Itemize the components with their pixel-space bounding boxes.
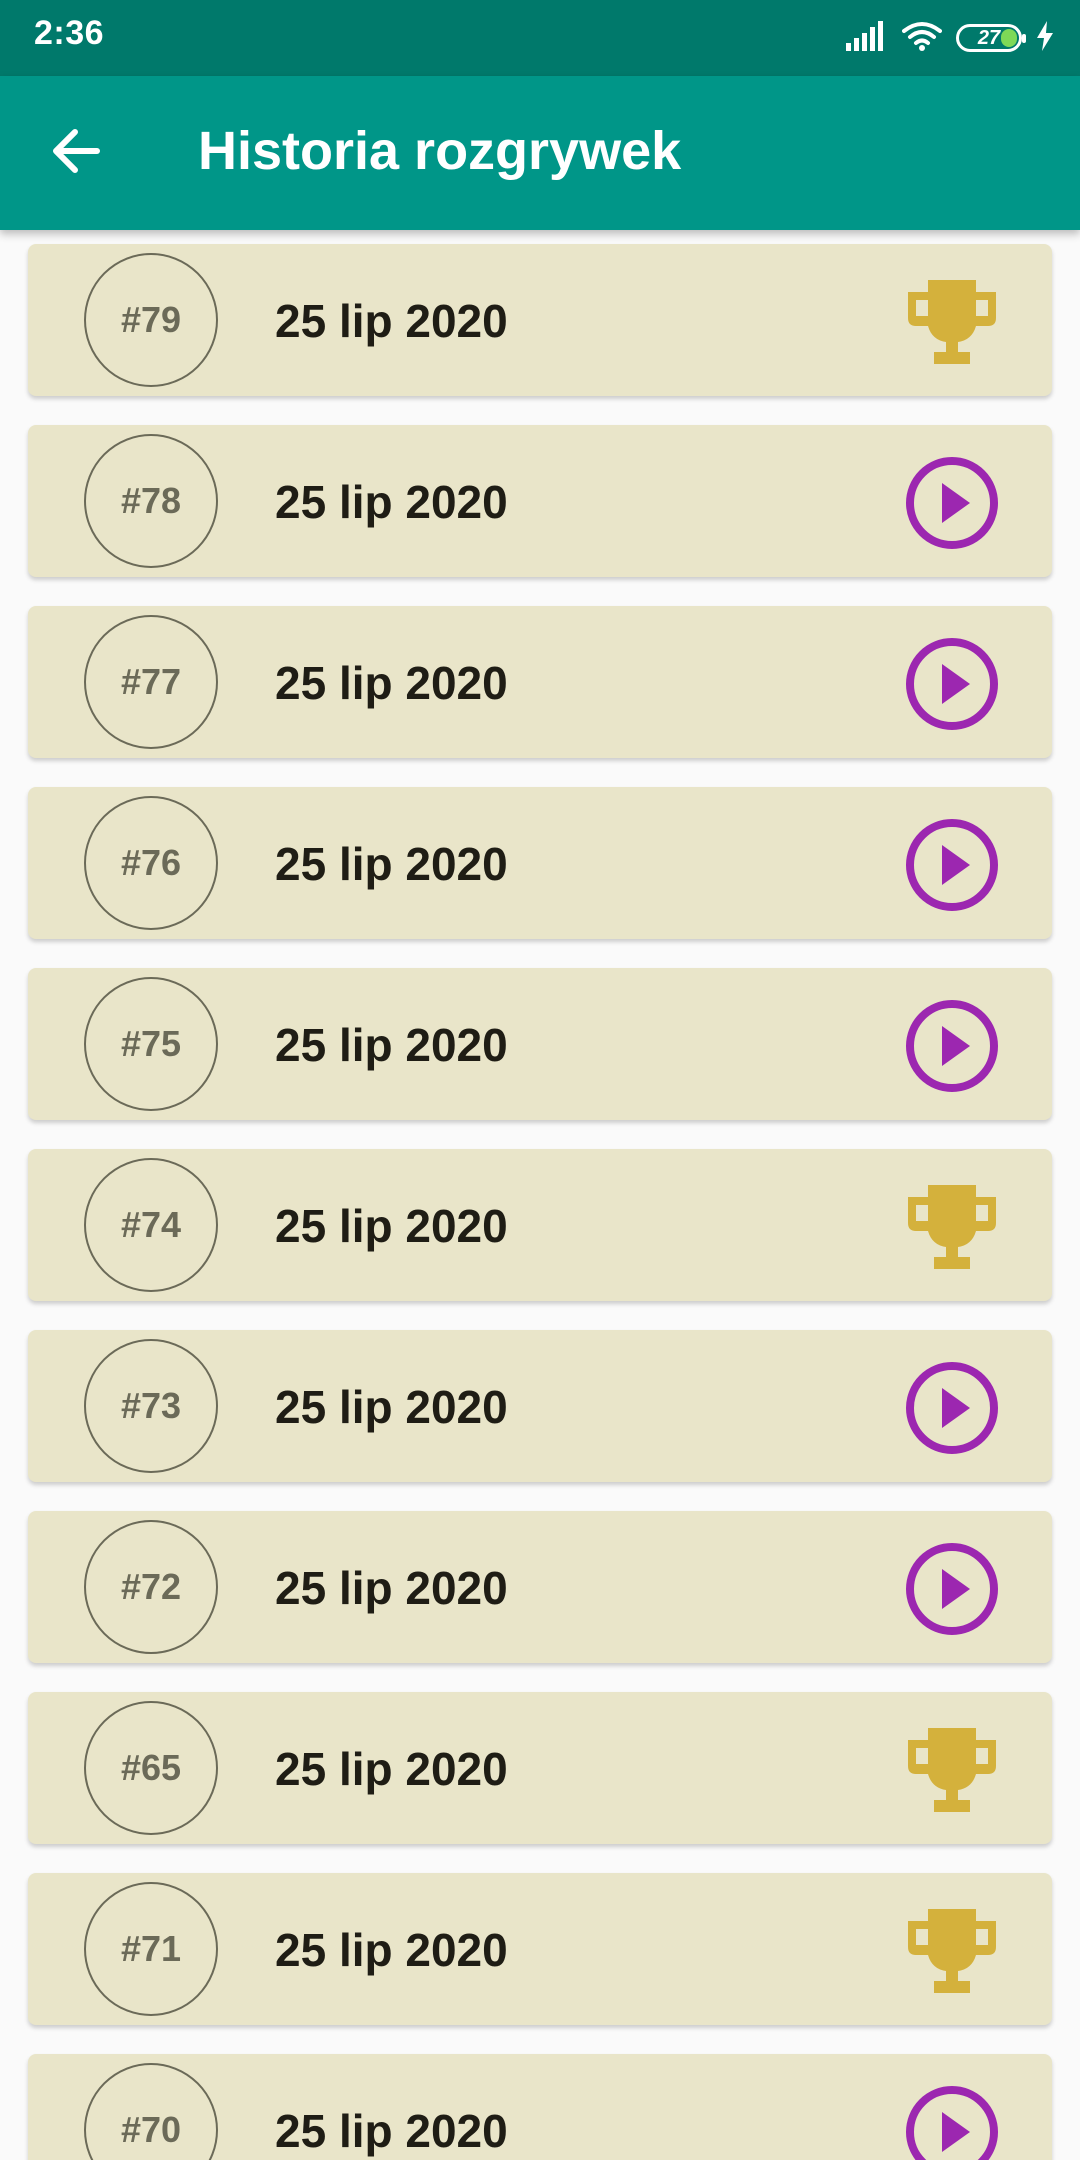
game-date: 25 lip 2020: [275, 1924, 508, 1976]
game-history-list[interactable]: #79 25 lip 2020 #78 25 lip 2020 #77 25 l…: [0, 230, 1080, 2160]
battery-level: 27: [977, 26, 1001, 49]
battery-icon: 27: [956, 24, 1026, 52]
trophy-icon: [904, 1179, 1000, 1275]
trophy-icon: [904, 274, 1000, 370]
game-number: #79: [120, 299, 182, 340]
game-card[interactable]: #76 25 lip 2020: [28, 787, 1052, 939]
game-date: 25 lip 2020: [275, 476, 508, 528]
game-card[interactable]: #77 25 lip 2020: [28, 606, 1052, 758]
game-number: #73: [120, 1385, 182, 1426]
game-card[interactable]: #70 25 lip 2020: [28, 2054, 1052, 2160]
game-card[interactable]: #74 25 lip 2020: [28, 1149, 1052, 1301]
game-number: #70: [120, 2109, 182, 2150]
game-number: #72: [120, 1566, 182, 1607]
back-button[interactable]: [36, 117, 116, 189]
play-circle-icon[interactable]: [904, 1360, 1000, 1456]
play-circle-icon[interactable]: [904, 817, 1000, 913]
game-number: #76: [120, 842, 182, 883]
page-title: Historia rozgrywek: [198, 121, 682, 181]
play-circle-icon[interactable]: [904, 998, 1000, 1094]
game-date: 25 lip 2020: [275, 838, 508, 890]
game-number-badge: #78: [84, 434, 218, 568]
game-card[interactable]: #71 25 lip 2020: [28, 1873, 1052, 2025]
game-date: 25 lip 2020: [275, 295, 508, 347]
play-circle-icon[interactable]: [904, 1541, 1000, 1637]
game-number-badge: #65: [84, 1701, 218, 1835]
game-date: 25 lip 2020: [275, 2105, 508, 2157]
game-card[interactable]: #79 25 lip 2020: [28, 244, 1052, 396]
charging-icon: [1036, 20, 1054, 56]
arrow-back-icon: [51, 128, 101, 179]
trophy-icon: [904, 1903, 1000, 1999]
game-number: #77: [120, 661, 182, 702]
wifi-icon: [902, 21, 942, 56]
game-number-badge: #76: [84, 796, 218, 930]
game-date: 25 lip 2020: [275, 1381, 508, 1433]
game-number-badge: #74: [84, 1158, 218, 1292]
status-time: 2:36: [34, 14, 105, 52]
game-date: 25 lip 2020: [275, 1562, 508, 1614]
game-number-badge: #72: [84, 1520, 218, 1654]
game-card[interactable]: #72 25 lip 2020: [28, 1511, 1052, 1663]
game-number: #78: [120, 480, 182, 521]
status-bar: 2:36 27: [0, 0, 1080, 76]
game-date: 25 lip 2020: [275, 1200, 508, 1252]
game-date: 25 lip 2020: [275, 657, 508, 709]
game-date: 25 lip 2020: [275, 1019, 508, 1071]
game-card[interactable]: #78 25 lip 2020: [28, 425, 1052, 577]
trophy-icon: [904, 1722, 1000, 1818]
game-date: 25 lip 2020: [275, 1743, 508, 1795]
game-number-badge: #79: [84, 253, 218, 387]
game-number-badge: #70: [84, 2063, 218, 2160]
game-number-badge: #71: [84, 1882, 218, 2016]
game-number-badge: #77: [84, 615, 218, 749]
game-number: #65: [120, 1747, 182, 1788]
game-card[interactable]: #75 25 lip 2020: [28, 968, 1052, 1120]
signal-icon: [846, 20, 888, 56]
game-number-badge: #75: [84, 977, 218, 1111]
play-circle-icon[interactable]: [904, 2084, 1000, 2160]
game-number: #71: [120, 1928, 182, 1969]
game-number: #75: [120, 1023, 182, 1064]
game-number: #74: [120, 1204, 182, 1245]
game-number-badge: #73: [84, 1339, 218, 1473]
play-circle-icon[interactable]: [904, 636, 1000, 732]
status-icons: 27: [846, 18, 1054, 58]
app-bar: Historia rozgrywek: [0, 76, 1080, 230]
game-card[interactable]: #73 25 lip 2020: [28, 1330, 1052, 1482]
play-circle-icon[interactable]: [904, 455, 1000, 551]
game-card[interactable]: #65 25 lip 2020: [28, 1692, 1052, 1844]
